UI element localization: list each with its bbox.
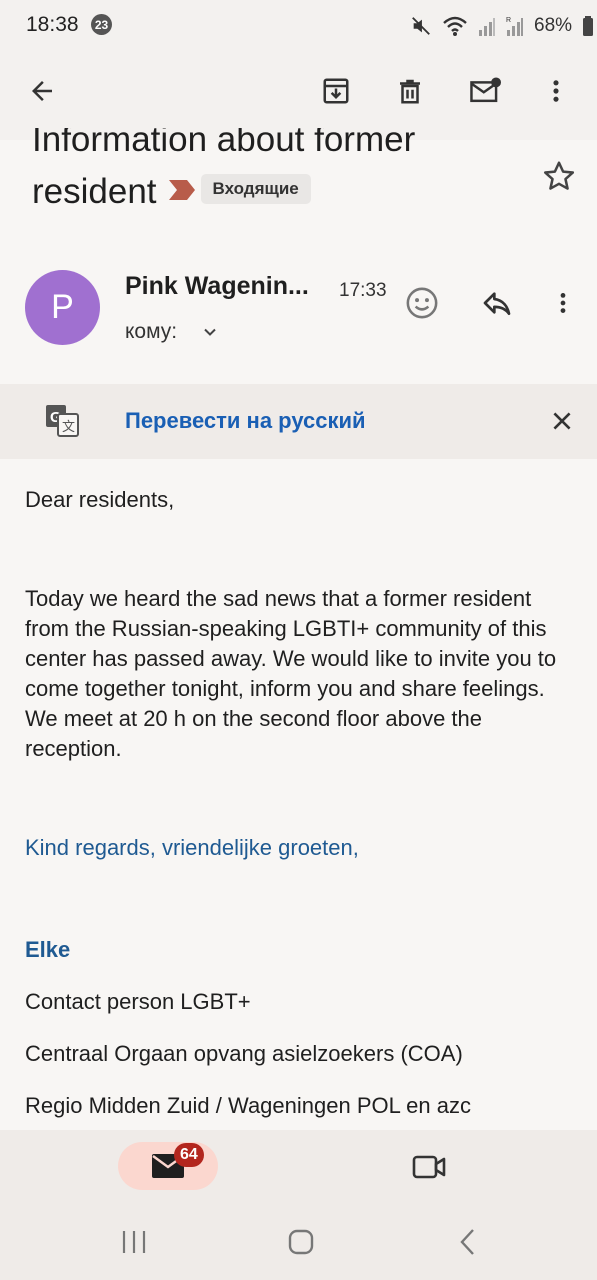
email-closing: Kind regards, vriendelijke groeten, xyxy=(25,835,359,860)
close-translate-button[interactable] xyxy=(538,397,586,445)
notification-count-badge: 23 xyxy=(91,14,112,35)
signal-roaming-icon: R xyxy=(506,17,523,36)
system-back-button[interactable] xyxy=(448,1225,488,1264)
meet-video-icon xyxy=(412,1155,446,1179)
svg-text:R: R xyxy=(506,17,511,24)
recents-icon xyxy=(122,1231,146,1253)
star-icon xyxy=(543,161,575,190)
signature-name: Elke xyxy=(25,937,71,962)
close-icon xyxy=(553,412,571,430)
back-arrow-icon xyxy=(32,81,52,101)
chevron-down-icon xyxy=(204,328,216,336)
email-subject: Information about former resident Входящи… xyxy=(32,128,522,218)
more-vert-icon xyxy=(553,80,559,102)
translate-icon: G 文 xyxy=(44,403,80,444)
status-time: 18:38 xyxy=(26,13,79,36)
more-vert-icon xyxy=(560,293,566,313)
mark-unread-icon xyxy=(470,77,501,103)
signal-icon xyxy=(479,18,495,36)
status-icons: R 68% xyxy=(410,12,594,40)
reply-button[interactable] xyxy=(473,279,521,327)
signature-region: Regio Midden Zuid / Wageningen POL en az… xyxy=(25,1093,471,1118)
add-reaction-button[interactable] xyxy=(398,279,446,327)
archive-button[interactable] xyxy=(312,67,360,115)
back-chevron-icon xyxy=(460,1229,474,1255)
star-button[interactable] xyxy=(540,158,578,201)
mail-tab[interactable] xyxy=(118,1142,218,1190)
email-greeting: Dear residents, xyxy=(25,487,175,512)
email-body: Today we heard the sad news that a forme… xyxy=(25,586,557,761)
translate-link[interactable]: Перевести на русский xyxy=(125,408,366,434)
svg-text:文: 文 xyxy=(62,419,75,434)
battery-level: 68% xyxy=(534,15,573,36)
message-more-button[interactable] xyxy=(539,279,587,327)
wifi-icon xyxy=(443,16,467,36)
mark-unread-button[interactable] xyxy=(461,67,509,115)
subject-line-1: Information about former xyxy=(32,128,416,159)
home-button[interactable] xyxy=(281,1225,321,1264)
battery-icon xyxy=(583,16,594,36)
delete-button[interactable] xyxy=(386,67,434,115)
emoji-icon xyxy=(406,287,438,319)
home-icon xyxy=(288,1229,314,1255)
importance-marker-icon xyxy=(168,179,195,200)
archive-icon xyxy=(323,78,349,104)
subject-line-2: resident xyxy=(32,172,157,211)
expand-details-button[interactable] xyxy=(200,322,220,347)
recents-button[interactable] xyxy=(114,1225,154,1264)
sender-avatar[interactable]: P xyxy=(25,270,100,345)
bottom-navigation xyxy=(0,1130,597,1205)
more-options-button[interactable] xyxy=(532,67,580,115)
signature-role: Contact person LGBT+ xyxy=(25,989,251,1014)
meet-tab[interactable] xyxy=(405,1147,453,1187)
inbox-label-chip[interactable]: Входящие xyxy=(200,173,311,204)
mail-unread-badge: 64 xyxy=(174,1143,204,1167)
email-time: 17:33 xyxy=(339,280,387,301)
reply-icon xyxy=(483,292,511,315)
back-button[interactable] xyxy=(18,67,66,115)
signature-organization: Centraal Orgaan opvang asielzoekers (COA… xyxy=(25,1041,463,1066)
delete-icon xyxy=(400,79,420,104)
recipient-label[interactable]: кому: xyxy=(125,320,177,344)
sender-name[interactable]: Pink Wagenin... xyxy=(125,272,309,301)
mute-icon xyxy=(412,17,430,35)
